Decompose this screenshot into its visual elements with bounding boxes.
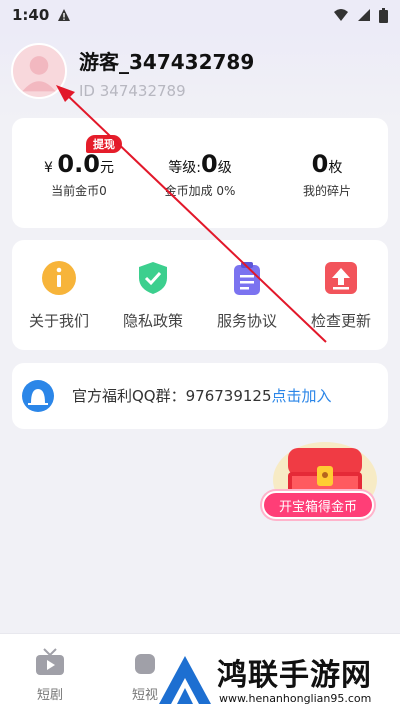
menu-item-label: 检查更新 [310, 312, 371, 330]
withdraw-badge[interactable]: 提现 [86, 135, 122, 153]
username: 游客_347432789 [79, 50, 255, 74]
fragments-label: 我的碎片 [302, 184, 351, 198]
menu-item-label: 服务协议 [216, 312, 277, 330]
qq-icon [22, 380, 54, 412]
status-bar: 1:40 [0, 0, 400, 30]
watermark-logo-icon [159, 656, 211, 704]
menu-card: 关于我们 隐私政策 服务协议 检查更新 [12, 240, 388, 350]
menu-item-label: 隐私政策 [122, 312, 183, 330]
qq-group-number: 官方福利QQ群：976739125 [72, 387, 272, 405]
currency-symbol: ¥ [44, 160, 53, 176]
menu-item-privacy[interactable]: 隐私政策 [106, 260, 200, 331]
clipboard-icon [234, 262, 260, 295]
nav-item-short-drama[interactable]: 短剧 [20, 648, 80, 703]
coins-label: 当前金币0 [51, 184, 107, 198]
battery-icon [379, 7, 388, 23]
tv-icon [36, 648, 64, 675]
level-unit: 级 [217, 160, 232, 176]
level-stat: 等级:0级 金币加成 0% [150, 150, 250, 199]
upload-icon [325, 262, 357, 294]
fragments-value: 0 [311, 150, 329, 178]
watermark: 鸿联手游网 www.henanhonglian95.com [155, 648, 400, 711]
level-prefix: 等级: [168, 160, 201, 176]
nav-label: 短剧 [36, 688, 63, 703]
coins-value: 0.0 [57, 150, 100, 178]
qq-group-card[interactable]: 官方福利QQ群：976739125点击加入 [12, 363, 388, 429]
fragments-stat[interactable]: 0枚 我的碎片 [282, 150, 372, 199]
warning-icon [58, 9, 71, 21]
watermark-url: www.henanhonglian95.com [219, 692, 372, 705]
level-value: 0 [201, 150, 218, 178]
user-id: ID 347432789 [79, 82, 186, 100]
qq-group-text: 官方福利QQ群：976739125点击加入 [72, 385, 332, 406]
status-time: 1:40 [12, 6, 50, 24]
wifi-icon [334, 9, 348, 21]
menu-item-update[interactable]: 检查更新 [294, 260, 388, 331]
menu-item-label: 关于我们 [28, 312, 89, 330]
info-icon [42, 261, 76, 295]
level-label: 金币加成 0% [164, 184, 236, 198]
qq-join-link[interactable]: 点击加入 [272, 387, 332, 405]
menu-item-about[interactable]: 关于我们 [12, 260, 106, 331]
shield-check-icon [139, 262, 167, 294]
signal-icon [358, 9, 370, 21]
avatar[interactable] [11, 43, 67, 99]
coins-unit: 元 [99, 160, 114, 176]
open-treasure-button[interactable]: 开宝箱得金币 [262, 491, 374, 519]
user-avatar-icon [22, 56, 56, 92]
fragments-unit: 枚 [328, 160, 343, 176]
menu-item-terms[interactable]: 服务协议 [200, 260, 294, 331]
stats-card: ¥ 0.0元 当前金币0 等级:0级 金币加成 0% 0枚 我的碎片 [12, 118, 388, 228]
coins-stat[interactable]: ¥ 0.0元 当前金币0 [34, 150, 124, 199]
watermark-title: 鸿联手游网 [217, 658, 372, 693]
